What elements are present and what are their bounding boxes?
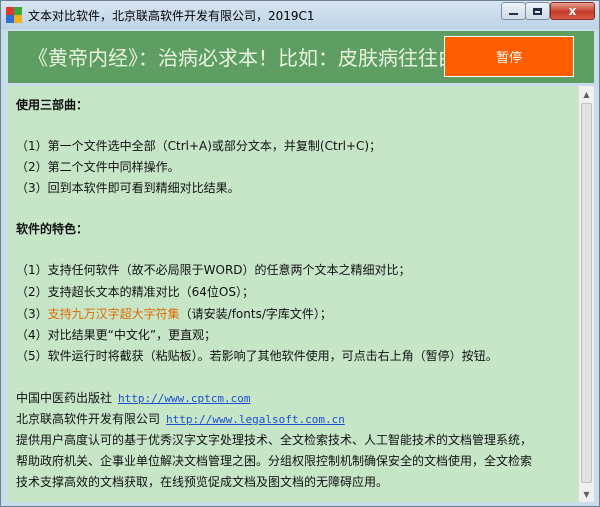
feature-2: （2）支持超长文本的精准对比（64位OS）； (16, 285, 254, 299)
title-bar[interactable]: 文本对比软件，北京联高软件开发有限公司，2019C1 x (1, 1, 599, 29)
close-button[interactable]: x (550, 2, 595, 20)
publisher-2-link[interactable]: http://www.legalsoft.com.cn (166, 413, 345, 426)
scroll-up-icon[interactable]: ▲ (579, 86, 594, 102)
feature-3-highlight: 支持九万汉字超大字符集 (47, 307, 180, 321)
section-heading-usage: 使用三部曲： (16, 98, 89, 112)
description-line-2: 帮助政府机关、企事业单位解决文档管理之困。分组权限控制机制确保安全的文档使用，全… (16, 454, 533, 468)
scroll-down-icon[interactable]: ▼ (579, 486, 594, 502)
publisher-2-name: 北京联高软件开发有限公司 (16, 412, 161, 426)
feature-3-suffix: （请安装/fonts/字库文件）； (179, 307, 332, 321)
feature-5: （5）软件运行时将截获（粘贴板）。若影响了其他软件使用，可点击右上角（暂停）按钮… (16, 349, 498, 363)
feature-4: （4）对比结果更“中文化”，更直观； (16, 328, 217, 342)
app-icon (6, 7, 22, 23)
publisher-2: 北京联高软件开发有限公司 http://www.legalsoft.com.cn (16, 410, 345, 427)
feature-1: （1）支持任何软件（故不必局限于WORD）的任意两个文本之精细对比； (16, 263, 411, 277)
description-line-3: 技术支撑高效的文档获取，在线预览促成文档及图文档的无障碍应用。 (16, 475, 389, 489)
app-window: 文本对比软件，北京联高软件开发有限公司，2019C1 x 《黄帝内经》：治病必求… (0, 0, 600, 507)
window-title: 文本对比软件，北京联高软件开发有限公司，2019C1 (28, 9, 315, 23)
scrolling-banner: 《黄帝内经》：治病必求本！比如：皮肤病往往由 暂停 (8, 31, 594, 83)
step-1: （1）第一个文件选中全部（Ctrl+A)或部分文本，并复制(Ctrl+C)； (16, 139, 382, 153)
description-line-1: 提供用户高度认可的基于优秀汉字文字处理技术、全文检索技术、人工智能技术的文档管理… (16, 433, 533, 447)
pause-button[interactable]: 暂停 (444, 36, 574, 77)
vertical-scrollbar[interactable]: ▲ ▼ (578, 86, 594, 502)
feature-3: （3）支持九万汉字超大字符集（请安装/fonts/字库文件）； (16, 305, 332, 322)
maximize-button[interactable] (525, 2, 550, 20)
publisher-1-name: 中国中医药出版社 (16, 391, 113, 405)
maximize-icon (533, 7, 542, 15)
scroll-thumb[interactable] (581, 103, 592, 483)
close-icon: x (568, 4, 577, 18)
publisher-1-link[interactable]: http://www.cptcm.com (118, 392, 250, 405)
minimize-button[interactable] (501, 2, 526, 20)
minimize-icon (509, 13, 518, 15)
step-2: （2）第二个文件中同样操作。 (16, 160, 180, 174)
info-text-area[interactable]: 使用三部曲： （1）第一个文件选中全部（Ctrl+A)或部分文本，并复制(Ctr… (8, 86, 583, 502)
section-heading-features: 软件的特色： (16, 222, 89, 236)
banner-text: 《黄帝内经》：治病必求本！比如：皮肤病往往由 (28, 46, 458, 70)
feature-3-prefix: （3） (16, 307, 48, 321)
step-3: （3）回到本软件即可看到精细对比结果。 (16, 181, 240, 195)
publisher-1: 中国中医药出版社 http://www.cptcm.com (16, 389, 250, 406)
